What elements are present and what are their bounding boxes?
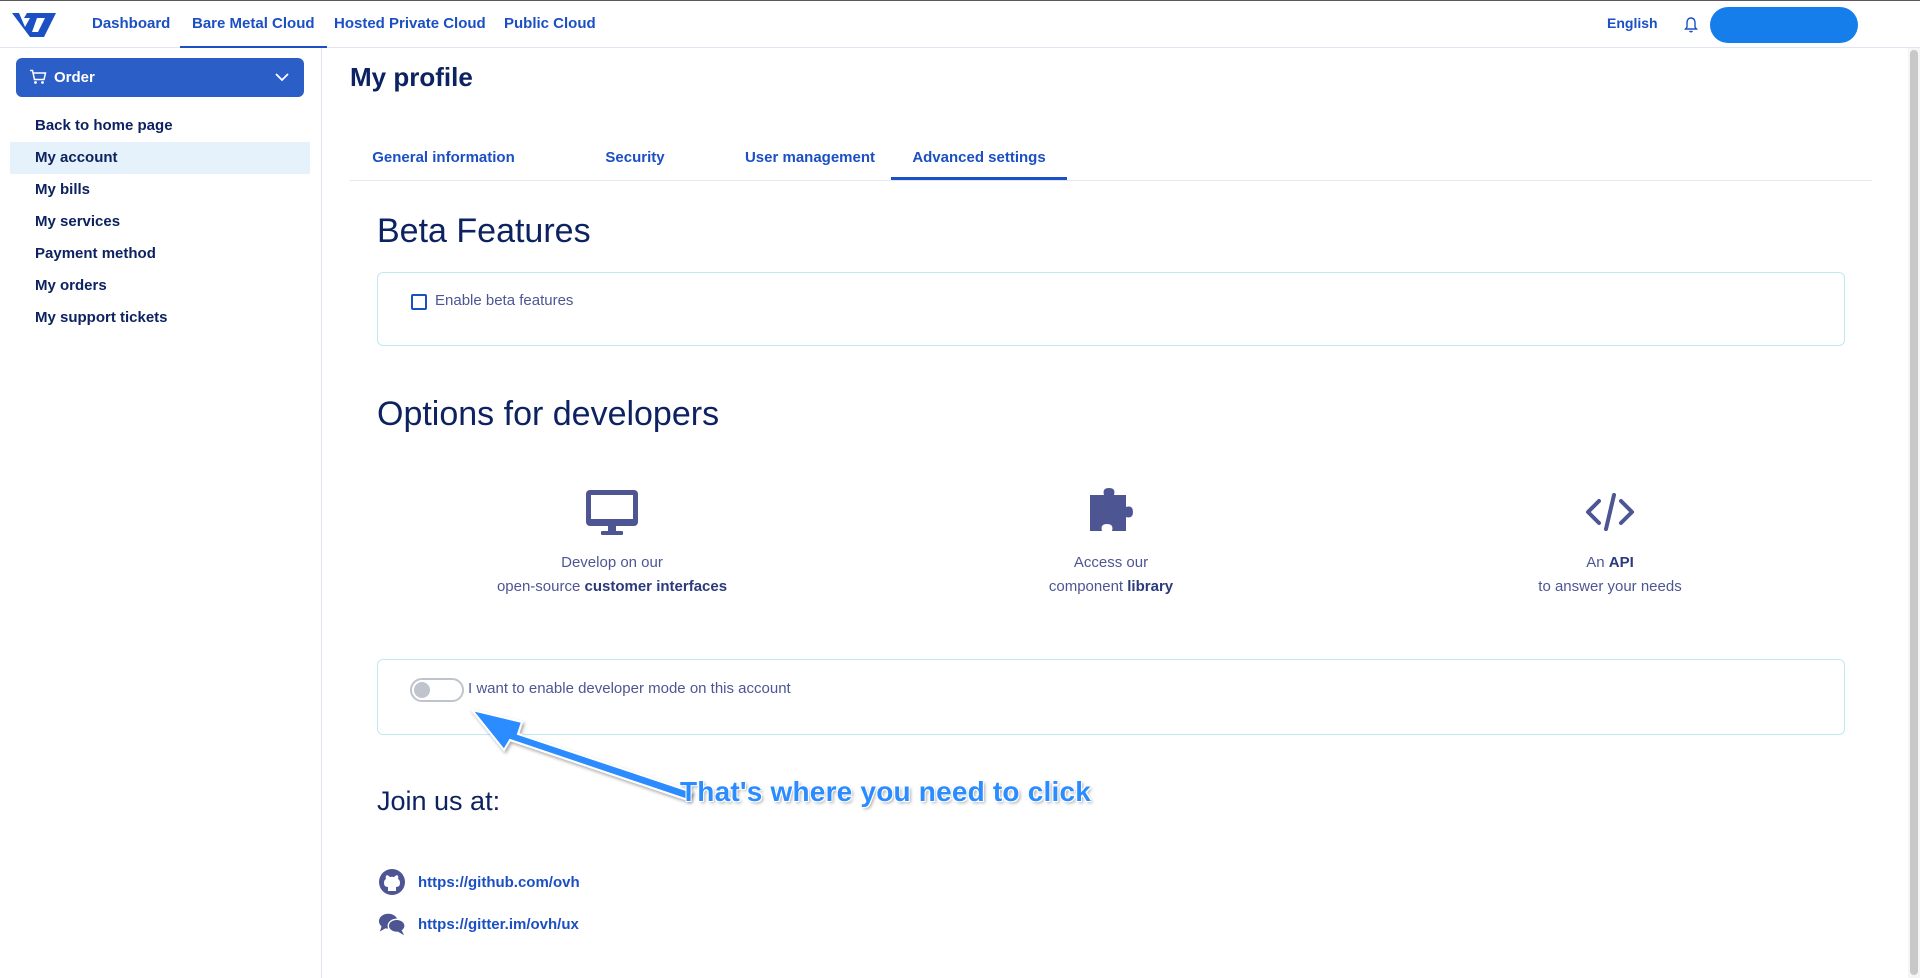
sidebar-item-my-services[interactable]: My services — [10, 206, 310, 238]
language-selector[interactable]: English — [1607, 15, 1658, 31]
nav-dashboard[interactable]: Dashboard — [80, 1, 182, 48]
developer-mode-label[interactable]: I want to enable developer mode on this … — [468, 680, 791, 697]
developer-mode-toggle[interactable] — [410, 678, 464, 702]
tab-user-management[interactable]: User management — [710, 138, 910, 180]
dev-card-component-library[interactable]: Access our component library — [911, 485, 1311, 599]
dev-card-3-line1: An API — [1586, 554, 1634, 571]
dev-card-api[interactable]: An API to answer your needs — [1410, 485, 1810, 599]
gitter-link[interactable]: https://gitter.im/ovh/ux — [418, 916, 579, 933]
page-scrollbar-thumb[interactable] — [1910, 50, 1918, 975]
nav-public-cloud[interactable]: Public Cloud — [492, 1, 608, 48]
dev-card-2-line2: component library — [1048, 578, 1174, 595]
toggle-knob — [414, 682, 430, 698]
page-title: My profile — [350, 62, 473, 92]
order-dropdown-button[interactable]: Order — [16, 58, 304, 97]
code-icon — [1586, 493, 1634, 531]
annotation-arrow — [469, 708, 694, 802]
tab-security[interactable]: Security — [570, 138, 700, 180]
sidebar: Order Back to home page My account My bi… — [0, 48, 322, 978]
tab-advanced-settings[interactable]: Advanced settings — [891, 138, 1067, 180]
dev-card-3-line2: to answer your needs — [1538, 578, 1682, 595]
sidebar-item-support-tickets[interactable]: My support tickets — [10, 302, 310, 334]
profile-tabs: General information Security User manage… — [350, 138, 1872, 181]
enable-beta-checkbox[interactable] — [411, 294, 427, 310]
developer-options-heading: Options for developers — [377, 395, 720, 433]
github-icon — [379, 869, 405, 895]
nav-bare-metal-cloud[interactable]: Bare Metal Cloud — [180, 1, 327, 48]
sidebar-item-my-bills[interactable]: My bills — [10, 174, 310, 206]
dev-card-1-line2: open-source customer interfaces — [496, 578, 728, 595]
dev-card-customer-interfaces[interactable]: Develop on our open-source customer inte… — [412, 485, 812, 599]
sidebar-item-my-account[interactable]: My account — [10, 142, 310, 174]
top-navigation: Dashboard Bare Metal Cloud Hosted Privat… — [0, 0, 1920, 48]
user-account-button[interactable] — [1710, 7, 1858, 43]
sidebar-item-my-orders[interactable]: My orders — [10, 270, 310, 302]
sidebar-item-payment-method[interactable]: Payment method — [10, 238, 310, 270]
ovh-logo-icon[interactable] — [10, 10, 58, 40]
sidebar-item-back-home[interactable]: Back to home page — [10, 110, 310, 142]
dev-card-1-line1: Develop on our — [561, 554, 663, 571]
monitor-icon — [586, 490, 638, 535]
tab-general-information[interactable]: General information — [350, 138, 537, 180]
notifications-bell-icon[interactable] — [1683, 16, 1699, 34]
order-label: Order — [54, 69, 95, 86]
chevron-down-icon — [275, 73, 289, 82]
github-link[interactable]: https://github.com/ovh — [418, 874, 580, 891]
chat-icon — [378, 913, 406, 936]
enable-beta-label[interactable]: Enable beta features — [435, 292, 573, 309]
cart-icon — [30, 69, 47, 84]
nav-hosted-private-cloud[interactable]: Hosted Private Cloud — [322, 1, 498, 48]
beta-features-heading: Beta Features — [377, 212, 591, 250]
annotation-text: That's where you need to click — [680, 776, 1091, 807]
beta-features-tile: Enable beta features — [377, 272, 1845, 346]
dev-card-2-line1: Access our — [1073, 554, 1149, 571]
puzzle-icon — [1090, 488, 1133, 531]
